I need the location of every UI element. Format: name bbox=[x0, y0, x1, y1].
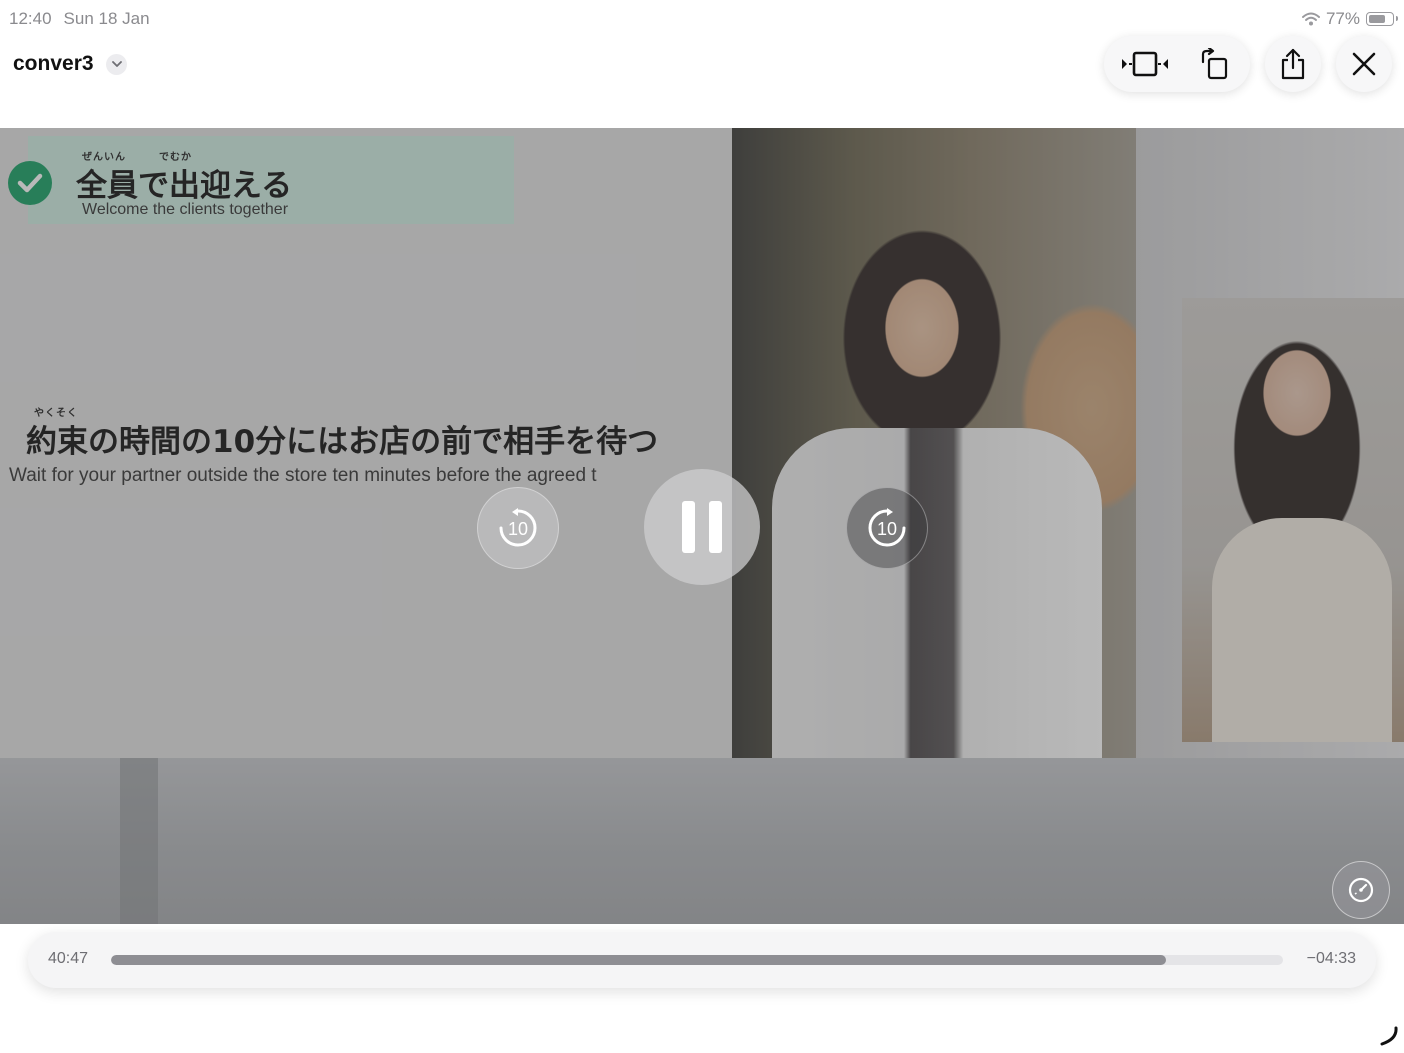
close-button[interactable] bbox=[1336, 36, 1392, 92]
share-icon bbox=[1281, 48, 1305, 80]
battery-icon bbox=[1366, 12, 1398, 26]
skip-forward-button[interactable]: 10 bbox=[846, 487, 928, 569]
rotate-icon bbox=[1201, 48, 1227, 80]
status-bar-time: 12:40 Sun 18 Jan bbox=[9, 9, 150, 29]
speed-icon bbox=[1348, 877, 1374, 903]
remaining-time: −04:33 bbox=[1306, 950, 1356, 967]
video-title[interactable]: conver3 bbox=[13, 52, 94, 76]
skip-forward-label: 10 bbox=[877, 519, 897, 539]
loading-spinner-icon bbox=[1380, 1026, 1398, 1046]
playback-progress-bar: 40:47 −04:33 bbox=[28, 932, 1376, 988]
skip-forward-icon: 10 bbox=[868, 508, 906, 547]
rotate-button[interactable] bbox=[1177, 36, 1250, 92]
video-frame[interactable]: ぜんいん でむか 全員で出迎える Welcome the clients tog… bbox=[0, 128, 1404, 924]
clock: 12:40 bbox=[9, 9, 52, 28]
aspect-fit-icon bbox=[1121, 51, 1168, 77]
battery-level bbox=[1369, 15, 1386, 23]
wifi-icon bbox=[1301, 12, 1320, 26]
skip-back-button[interactable]: 10 bbox=[477, 487, 559, 569]
skip-back-icon: 10 bbox=[499, 508, 537, 547]
view-controls-group bbox=[1104, 36, 1250, 92]
elapsed-time: 40:47 bbox=[48, 950, 89, 967]
skip-back-label: 10 bbox=[508, 519, 528, 539]
progress-track[interactable] bbox=[111, 955, 1283, 965]
progress-fill[interactable] bbox=[111, 955, 1166, 965]
date: Sun 18 Jan bbox=[63, 9, 150, 28]
share-button[interactable] bbox=[1265, 36, 1321, 92]
pause-icon-bar bbox=[709, 501, 722, 553]
playback-speed-button[interactable] bbox=[1332, 861, 1390, 919]
aspect-fit-button[interactable] bbox=[1108, 36, 1181, 92]
status-bar-right: 77% bbox=[1301, 9, 1398, 29]
pause-button[interactable] bbox=[644, 469, 760, 585]
pause-icon bbox=[682, 501, 695, 553]
close-icon bbox=[1352, 52, 1376, 76]
battery-percent: 77% bbox=[1325, 9, 1360, 28]
chevron-down-icon[interactable] bbox=[106, 54, 127, 75]
